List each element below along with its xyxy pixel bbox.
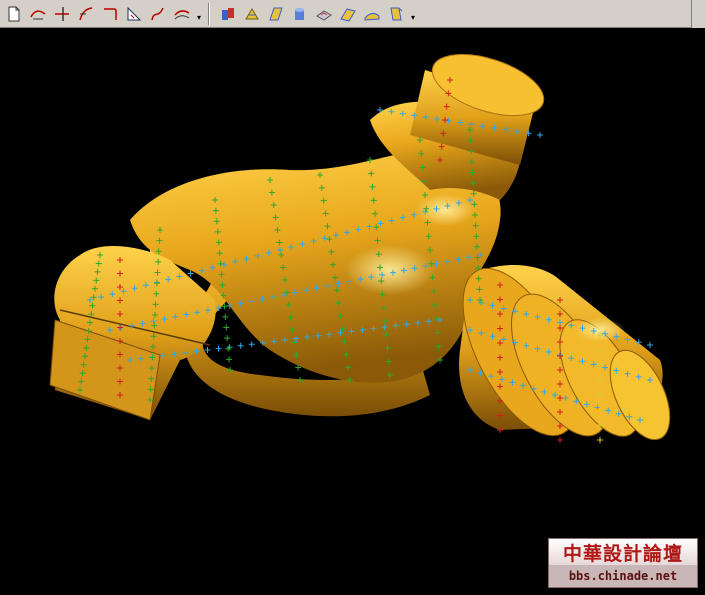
fillet-curve-button[interactable] [74, 2, 97, 25]
watermark-url: bbs.chinade.net [549, 565, 697, 587]
extrude-icon [219, 5, 237, 23]
curve-tools-overflow[interactable]: ▾ [194, 2, 204, 25]
solid-body-icon [291, 5, 309, 23]
solid-body-button[interactable] [288, 2, 311, 25]
control-point-marker [557, 437, 563, 443]
spline-button[interactable] [146, 2, 169, 25]
control-point-marker [204, 347, 211, 353]
shell-button[interactable] [312, 2, 335, 25]
control-point-marker [223, 324, 230, 331]
trim-curve-button[interactable] [50, 2, 73, 25]
blend-surface-icon [339, 5, 357, 23]
toolbar-separator [208, 2, 210, 25]
blend-surface-button[interactable] [336, 2, 359, 25]
watermark-title: 中華設計論壇 [549, 539, 697, 565]
trim-curve-icon [53, 5, 71, 23]
control-point-marker [647, 342, 653, 348]
control-point-marker [237, 342, 244, 349]
cad-application-window: ▾ ▾ 中華設計論壇 bbs.chinade.net [0, 0, 705, 595]
offset-curve-button[interactable] [170, 2, 193, 25]
project-curve-icon [125, 5, 143, 23]
control-point-marker [222, 313, 229, 320]
project-curve-button[interactable] [122, 2, 145, 25]
loft-surface-icon [243, 5, 261, 23]
sweep-surface-button[interactable] [264, 2, 287, 25]
corner-curve-icon [101, 5, 119, 23]
fillet-curve-icon [77, 5, 95, 23]
control-point-marker [226, 356, 233, 363]
curve-tools-group: ▾ [0, 0, 204, 28]
control-point-marker [187, 270, 194, 277]
control-point-marker [597, 437, 603, 443]
sweep-surface-icon [267, 5, 285, 23]
control-point-marker [224, 335, 231, 342]
corner-curve-button[interactable] [98, 2, 121, 25]
shell-icon [315, 5, 333, 23]
new-sketch-icon [5, 5, 23, 23]
specular-highlight-2 [415, 194, 475, 226]
specular-highlight-1 [345, 245, 435, 295]
3d-viewport[interactable]: 中華設計論壇 bbs.chinade.net [0, 28, 705, 595]
control-point-marker [215, 345, 222, 352]
surface-tools-group: ▾ [214, 0, 418, 28]
offset-curve-icon [173, 5, 191, 23]
control-point-marker [248, 341, 255, 348]
boundary-surface-icon [363, 5, 381, 23]
pipe-model-render [49, 53, 671, 443]
loft-surface-button[interactable] [240, 2, 263, 25]
surface-tools-overflow[interactable]: ▾ [408, 2, 418, 25]
new-sketch-button[interactable] [2, 2, 25, 25]
extrude-button[interactable] [216, 2, 239, 25]
curve-through-points-button[interactable] [26, 2, 49, 25]
site-watermark: 中華設計論壇 bbs.chinade.net [548, 538, 698, 588]
offset-surface-icon [387, 5, 405, 23]
boundary-surface-button[interactable] [360, 2, 383, 25]
spline-icon [149, 5, 167, 23]
toolbar-right-edge [691, 0, 705, 28]
offset-surface-button[interactable] [384, 2, 407, 25]
main-toolbar: ▾ ▾ [0, 0, 705, 28]
control-point-marker [537, 132, 543, 138]
curve-through-points-icon [29, 5, 47, 23]
